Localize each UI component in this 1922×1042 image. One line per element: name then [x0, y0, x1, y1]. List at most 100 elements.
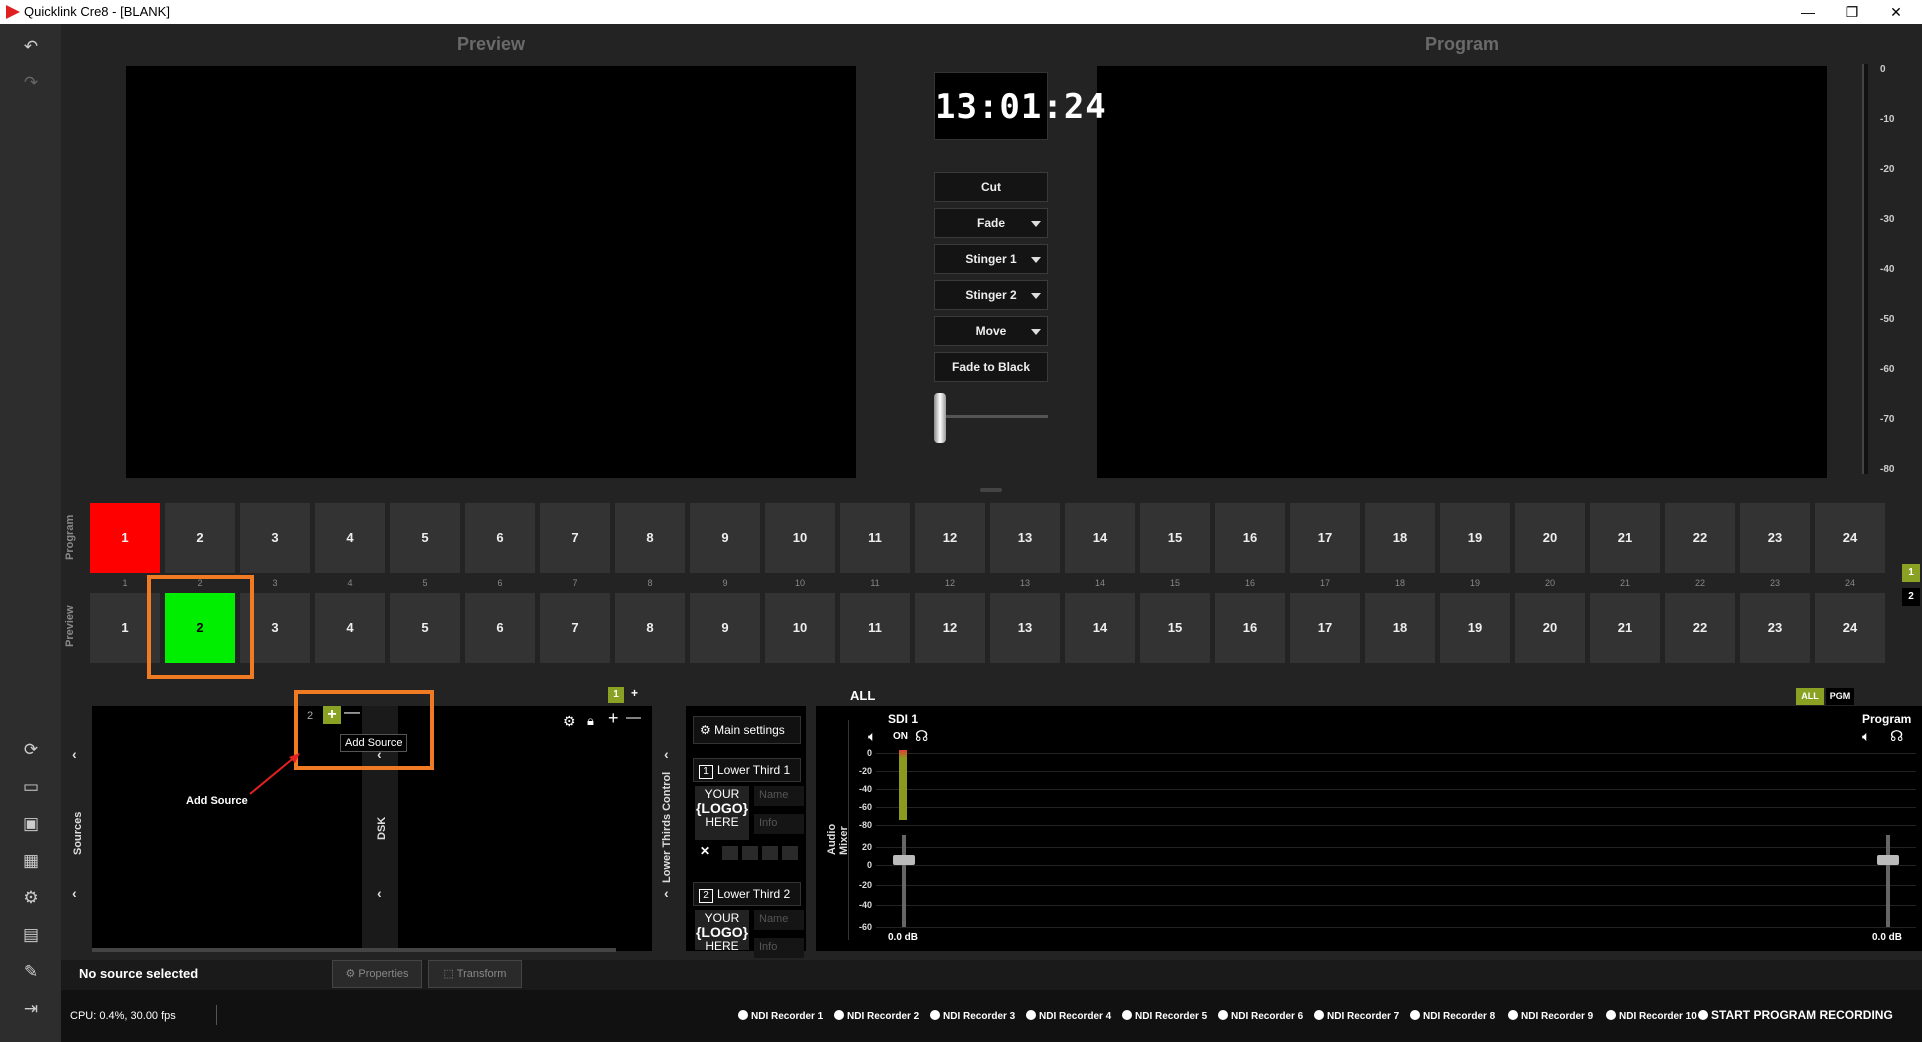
ndi-recorder-4-toggle[interactable]: NDI Recorder 4 — [1026, 1010, 1111, 1022]
transition-button-move[interactable]: Move — [934, 316, 1048, 346]
ndi-recorder-10-toggle[interactable]: NDI Recorder 10 — [1606, 1010, 1697, 1022]
lower-thirds-expand-icon[interactable]: ‹ — [664, 885, 669, 901]
program-bus-button-12[interactable]: 12 — [915, 503, 985, 573]
ndi-recorder-9-toggle[interactable]: NDI Recorder 9 — [1508, 1010, 1593, 1022]
program-bus-button-20[interactable]: 20 — [1515, 503, 1585, 573]
preview-bus-button-6[interactable]: 6 — [465, 593, 535, 663]
dsk-expand-icon[interactable]: ‹ — [377, 885, 382, 901]
ndi-recorder-2-toggle[interactable]: NDI Recorder 2 — [834, 1010, 919, 1022]
preview-bus-button-13[interactable]: 13 — [990, 593, 1060, 663]
start-program-recording-button[interactable]: START PROGRAM RECORDING — [1698, 1008, 1893, 1022]
preview-bus-button-12[interactable]: 12 — [915, 593, 985, 663]
preview-bus-button-20[interactable]: 20 — [1515, 593, 1585, 663]
undo-icon[interactable]: ↶ — [20, 36, 42, 58]
program-bus-button-4[interactable]: 4 — [315, 503, 385, 573]
lower-third-name-field[interactable]: Name — [754, 786, 804, 806]
lower-third-info-field[interactable]: Info — [754, 938, 804, 958]
tbar-handle[interactable] — [934, 393, 946, 443]
sdi1-speaker-icon[interactable]: 🔈︎ — [868, 728, 876, 745]
program-fader-knob[interactable] — [1877, 855, 1899, 865]
monitor-resize-handle[interactable] — [980, 488, 1002, 492]
preview-bus-button-16[interactable]: 16 — [1215, 593, 1285, 663]
program-bus-button-15[interactable]: 15 — [1140, 503, 1210, 573]
add-icon[interactable]: + — [608, 708, 619, 729]
program-bus-button-22[interactable]: 22 — [1665, 503, 1735, 573]
bank-1-button[interactable]: 1 — [1902, 564, 1920, 582]
transition-button-fade[interactable]: Fade — [934, 208, 1048, 238]
program-bus-button-9[interactable]: 9 — [690, 503, 760, 573]
program-bus-button-10[interactable]: 10 — [765, 503, 835, 573]
preview-bus-button-5[interactable]: 5 — [390, 593, 460, 663]
lower-third-slot[interactable] — [762, 846, 778, 860]
multiview-icon[interactable]: ▣ — [20, 813, 42, 835]
properties-button[interactable]: ⚙ Properties — [332, 960, 422, 988]
program-bus-button-6[interactable]: 6 — [465, 503, 535, 573]
ndi-recorder-1-toggle[interactable]: NDI Recorder 1 — [738, 1010, 823, 1022]
preview-bus-button-23[interactable]: 23 — [1740, 593, 1810, 663]
program-bus-button-17[interactable]: 17 — [1290, 503, 1360, 573]
preview-bus-button-9[interactable]: 9 — [690, 593, 760, 663]
scene-tab-1[interactable]: 1 — [608, 687, 624, 703]
add-scene-button[interactable]: + — [631, 686, 638, 700]
ndi-recorder-5-toggle[interactable]: NDI Recorder 5 — [1122, 1010, 1207, 1022]
program-bus-button-23[interactable]: 23 — [1740, 503, 1810, 573]
transition-button-stinger-2[interactable]: Stinger 2 — [934, 280, 1048, 310]
program-bus-button-18[interactable]: 18 — [1365, 503, 1435, 573]
program-bus-button-19[interactable]: 19 — [1440, 503, 1510, 573]
program-bus-button-14[interactable]: 14 — [1065, 503, 1135, 573]
minimize-button[interactable]: — — [1788, 1, 1828, 23]
program-bus-button-7[interactable]: 7 — [540, 503, 610, 573]
lock-icon[interactable]: 🔒︎ — [587, 713, 594, 729]
program-bus-button-16[interactable]: 16 — [1215, 503, 1285, 573]
lower-thirds-collapse-icon[interactable]: ‹ — [664, 746, 669, 762]
exit-icon[interactable]: ⇥ — [20, 998, 42, 1020]
bank-2-button[interactable]: 2 — [1902, 588, 1920, 606]
layout-grid-icon[interactable]: ▦ — [20, 850, 42, 872]
transition-button-stinger-1[interactable]: Stinger 1 — [934, 244, 1048, 274]
program-headphones-icon[interactable]: ☊ — [1890, 727, 1903, 745]
gear-icon[interactable]: ⚙ — [20, 887, 42, 909]
sdi1-fader-knob[interactable] — [893, 855, 915, 865]
lower-third-header[interactable]: 1 Lower Third 1 — [693, 758, 801, 782]
lower-third-slot[interactable] — [722, 846, 738, 860]
program-bus-button-3[interactable]: 3 — [240, 503, 310, 573]
audio-filter-pgm[interactable]: PGM — [1826, 688, 1854, 705]
chevron-down-icon[interactable] — [1031, 329, 1041, 335]
program-bus-button-24[interactable]: 24 — [1815, 503, 1885, 573]
preview-bus-button-8[interactable]: 8 — [615, 593, 685, 663]
close-button[interactable]: ✕ — [1876, 1, 1916, 23]
program-bus-button-21[interactable]: 21 — [1590, 503, 1660, 573]
redo-icon[interactable]: ↷ — [20, 72, 42, 94]
lower-third-header[interactable]: 2 Lower Third 2 — [693, 882, 801, 906]
monitor-icon[interactable]: ▭ — [20, 776, 42, 798]
lower-third-slot[interactable] — [742, 846, 758, 860]
transition-button-fade-to-black[interactable]: Fade to Black — [934, 352, 1048, 382]
program-bus-button-2[interactable]: 2 — [165, 503, 235, 573]
program-speaker-icon[interactable]: 🔈︎ — [1862, 728, 1870, 745]
preview-bus-button-10[interactable]: 10 — [765, 593, 835, 663]
folder-icon[interactable]: ▤ — [20, 924, 42, 946]
preview-bus-button-15[interactable]: 15 — [1140, 593, 1210, 663]
sources-expand-icon[interactable]: ‹ — [72, 885, 77, 901]
audio-filter-all[interactable]: ALL — [1796, 688, 1824, 705]
chevron-down-icon[interactable] — [1031, 293, 1041, 299]
preview-bus-button-19[interactable]: 19 — [1440, 593, 1510, 663]
remove-icon[interactable]: — — [626, 709, 641, 726]
preview-bus-button-14[interactable]: 14 — [1065, 593, 1135, 663]
refresh-icon[interactable]: ⟳ — [20, 739, 42, 761]
preview-bus-button-4[interactable]: 4 — [315, 593, 385, 663]
clear-icon[interactable]: ✕ — [700, 844, 710, 858]
preview-bus-button-11[interactable]: 11 — [840, 593, 910, 663]
ndi-recorder-7-toggle[interactable]: NDI Recorder 7 — [1314, 1010, 1399, 1022]
tools-icon[interactable]: ✎ — [20, 961, 42, 983]
preview-bus-button-21[interactable]: 21 — [1590, 593, 1660, 663]
chevron-down-icon[interactable] — [1031, 221, 1041, 227]
preview-bus-button-17[interactable]: 17 — [1290, 593, 1360, 663]
lower-third-info-field[interactable]: Info — [754, 814, 804, 834]
program-bus-button-1[interactable]: 1 — [90, 503, 160, 573]
program-bus-button-8[interactable]: 8 — [615, 503, 685, 573]
program-bus-button-5[interactable]: 5 — [390, 503, 460, 573]
chevron-down-icon[interactable] — [1031, 257, 1041, 263]
sdi1-on-toggle[interactable]: ON — [893, 731, 908, 742]
sdi1-headphones-icon[interactable]: ☊ — [915, 727, 928, 745]
